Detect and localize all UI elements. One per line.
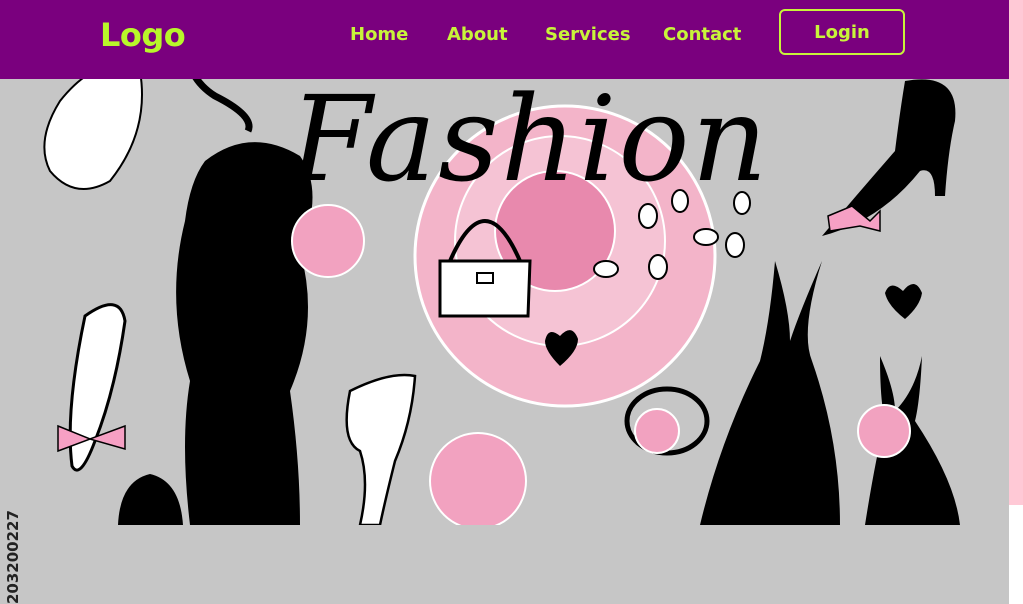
bracelet-icon [624, 386, 710, 456]
high-heel-shoe-right [822, 79, 956, 236]
high-heel-shoe-left [57, 303, 127, 472]
black-dress-dotted [700, 261, 840, 525]
shoe-bottom-left [118, 474, 183, 525]
nav-home-link[interactable]: Home [350, 24, 408, 45]
peony-flower-bottom [429, 432, 527, 525]
navbar: Logo Home About Services Contact Login [0, 0, 1009, 79]
stocking-legs [345, 373, 417, 525]
right-edge-strip [1009, 0, 1023, 505]
login-button[interactable]: Login [779, 9, 905, 55]
nav-about-link[interactable]: About [447, 24, 508, 45]
right-edge-strip-white [1009, 505, 1023, 604]
stock-image-id: 203200227 [4, 510, 22, 604]
hero-title: Fashion [290, 70, 770, 208]
nav-services-link[interactable]: Services [545, 24, 631, 45]
logo[interactable]: Logo [100, 16, 186, 54]
peony-flower-small [291, 204, 365, 278]
black-dress-right [857, 356, 960, 525]
nav-contact-link[interactable]: Contact [663, 24, 741, 45]
heart-icon [885, 283, 922, 319]
